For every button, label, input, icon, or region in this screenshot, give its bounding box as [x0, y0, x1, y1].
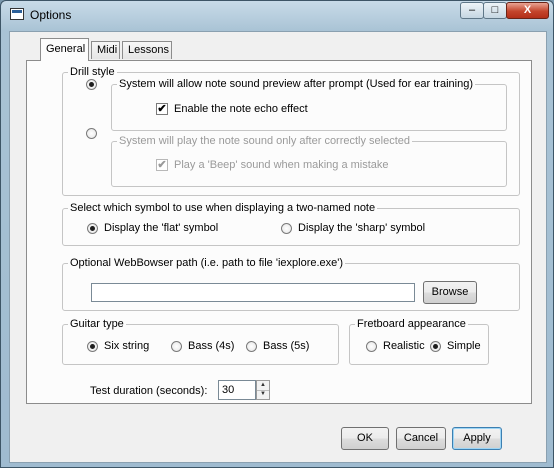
bass-4-label: Bass (4s) — [188, 340, 235, 352]
flat-symbol-label: Display the 'flat' symbol — [104, 222, 219, 234]
bass-5-label: Bass (5s) — [263, 340, 310, 352]
cancel-button[interactable]: Cancel — [396, 427, 446, 450]
echo-effect-label: Enable the note echo effect — [174, 103, 308, 115]
checkbox-checked-icon: ✔ — [156, 103, 168, 115]
echo-effect-checkbox[interactable]: ✔ Enable the note echo effect — [156, 103, 308, 115]
symbol-legend: Select which symbol to use when displayi… — [70, 202, 376, 214]
radio-unselected-icon — [86, 128, 97, 139]
browser-path-input[interactable] — [91, 283, 415, 302]
realistic-label: Realistic — [383, 340, 425, 352]
window-title: Options — [30, 8, 72, 22]
simple-radio[interactable]: Simple — [430, 340, 481, 352]
app-window-icon — [10, 8, 24, 20]
correct-subgroup-legend: System will play the note sound only aft… — [119, 135, 411, 147]
test-duration-spinner[interactable]: ▲ ▼ — [256, 380, 270, 400]
options-window: Options – □ X General Midi Lessons Drill… — [0, 0, 554, 468]
realistic-radio[interactable]: Realistic — [366, 340, 425, 352]
six-string-label: Six string — [104, 340, 150, 352]
ok-button[interactable]: OK — [341, 427, 389, 450]
radio-selected-icon — [87, 222, 98, 234]
radio-selected-icon — [86, 79, 97, 90]
bass-5-radio[interactable]: Bass (5s) — [246, 340, 309, 352]
simple-label: Simple — [447, 340, 481, 352]
apply-button[interactable]: Apply — [452, 427, 502, 450]
browse-button[interactable]: Browse — [423, 281, 477, 304]
tab-general[interactable]: General — [40, 38, 89, 61]
drill-style-radio-correct[interactable] — [86, 128, 103, 139]
tab-lessons[interactable]: Lessons — [122, 41, 172, 59]
tab-midi[interactable]: Midi — [91, 41, 120, 59]
beep-checkbox[interactable]: ✔ Play a 'Beep' sound when making a mist… — [156, 159, 389, 171]
sharp-symbol-label: Display the 'sharp' symbol — [298, 222, 426, 234]
radio-unselected-icon — [246, 340, 257, 352]
close-button[interactable]: X — [506, 2, 549, 19]
flat-symbol-radio[interactable]: Display the 'flat' symbol — [87, 222, 218, 234]
tab-panel-general: Drill style System will allow note sound… — [26, 60, 532, 404]
radio-unselected-icon — [171, 340, 182, 352]
browser-path-legend: Optional WebBowser path (i.e. path to fi… — [70, 257, 344, 269]
radio-selected-icon — [430, 340, 441, 352]
test-duration-label: Test duration (seconds): — [90, 385, 208, 397]
title-bar[interactable]: Options – □ X — [1, 1, 553, 29]
radio-unselected-icon — [366, 340, 377, 352]
fretboard-legend: Fretboard appearance — [357, 318, 466, 330]
sharp-symbol-radio[interactable]: Display the 'sharp' symbol — [281, 222, 425, 234]
maximize-button[interactable]: □ — [483, 2, 507, 19]
test-duration-input[interactable] — [218, 380, 256, 400]
checkbox-checked-icon: ✔ — [156, 159, 168, 171]
radio-unselected-icon — [281, 222, 292, 234]
minimize-button[interactable]: – — [460, 2, 484, 19]
preview-subgroup-legend: System will allow note sound preview aft… — [119, 78, 473, 90]
bass-4-radio[interactable]: Bass (4s) — [171, 340, 234, 352]
dialog-client-area: General Midi Lessons Drill style System … — [9, 31, 547, 463]
radio-selected-icon — [87, 340, 98, 352]
guitar-type-legend: Guitar type — [70, 318, 124, 330]
drill-style-legend: Drill style — [70, 66, 115, 78]
drill-style-radio-preview[interactable] — [86, 79, 103, 90]
spin-down-arrow-icon[interactable]: ▼ — [257, 390, 269, 399]
beep-label: Play a 'Beep' sound when making a mistak… — [174, 159, 389, 171]
six-string-radio[interactable]: Six string — [87, 340, 149, 352]
